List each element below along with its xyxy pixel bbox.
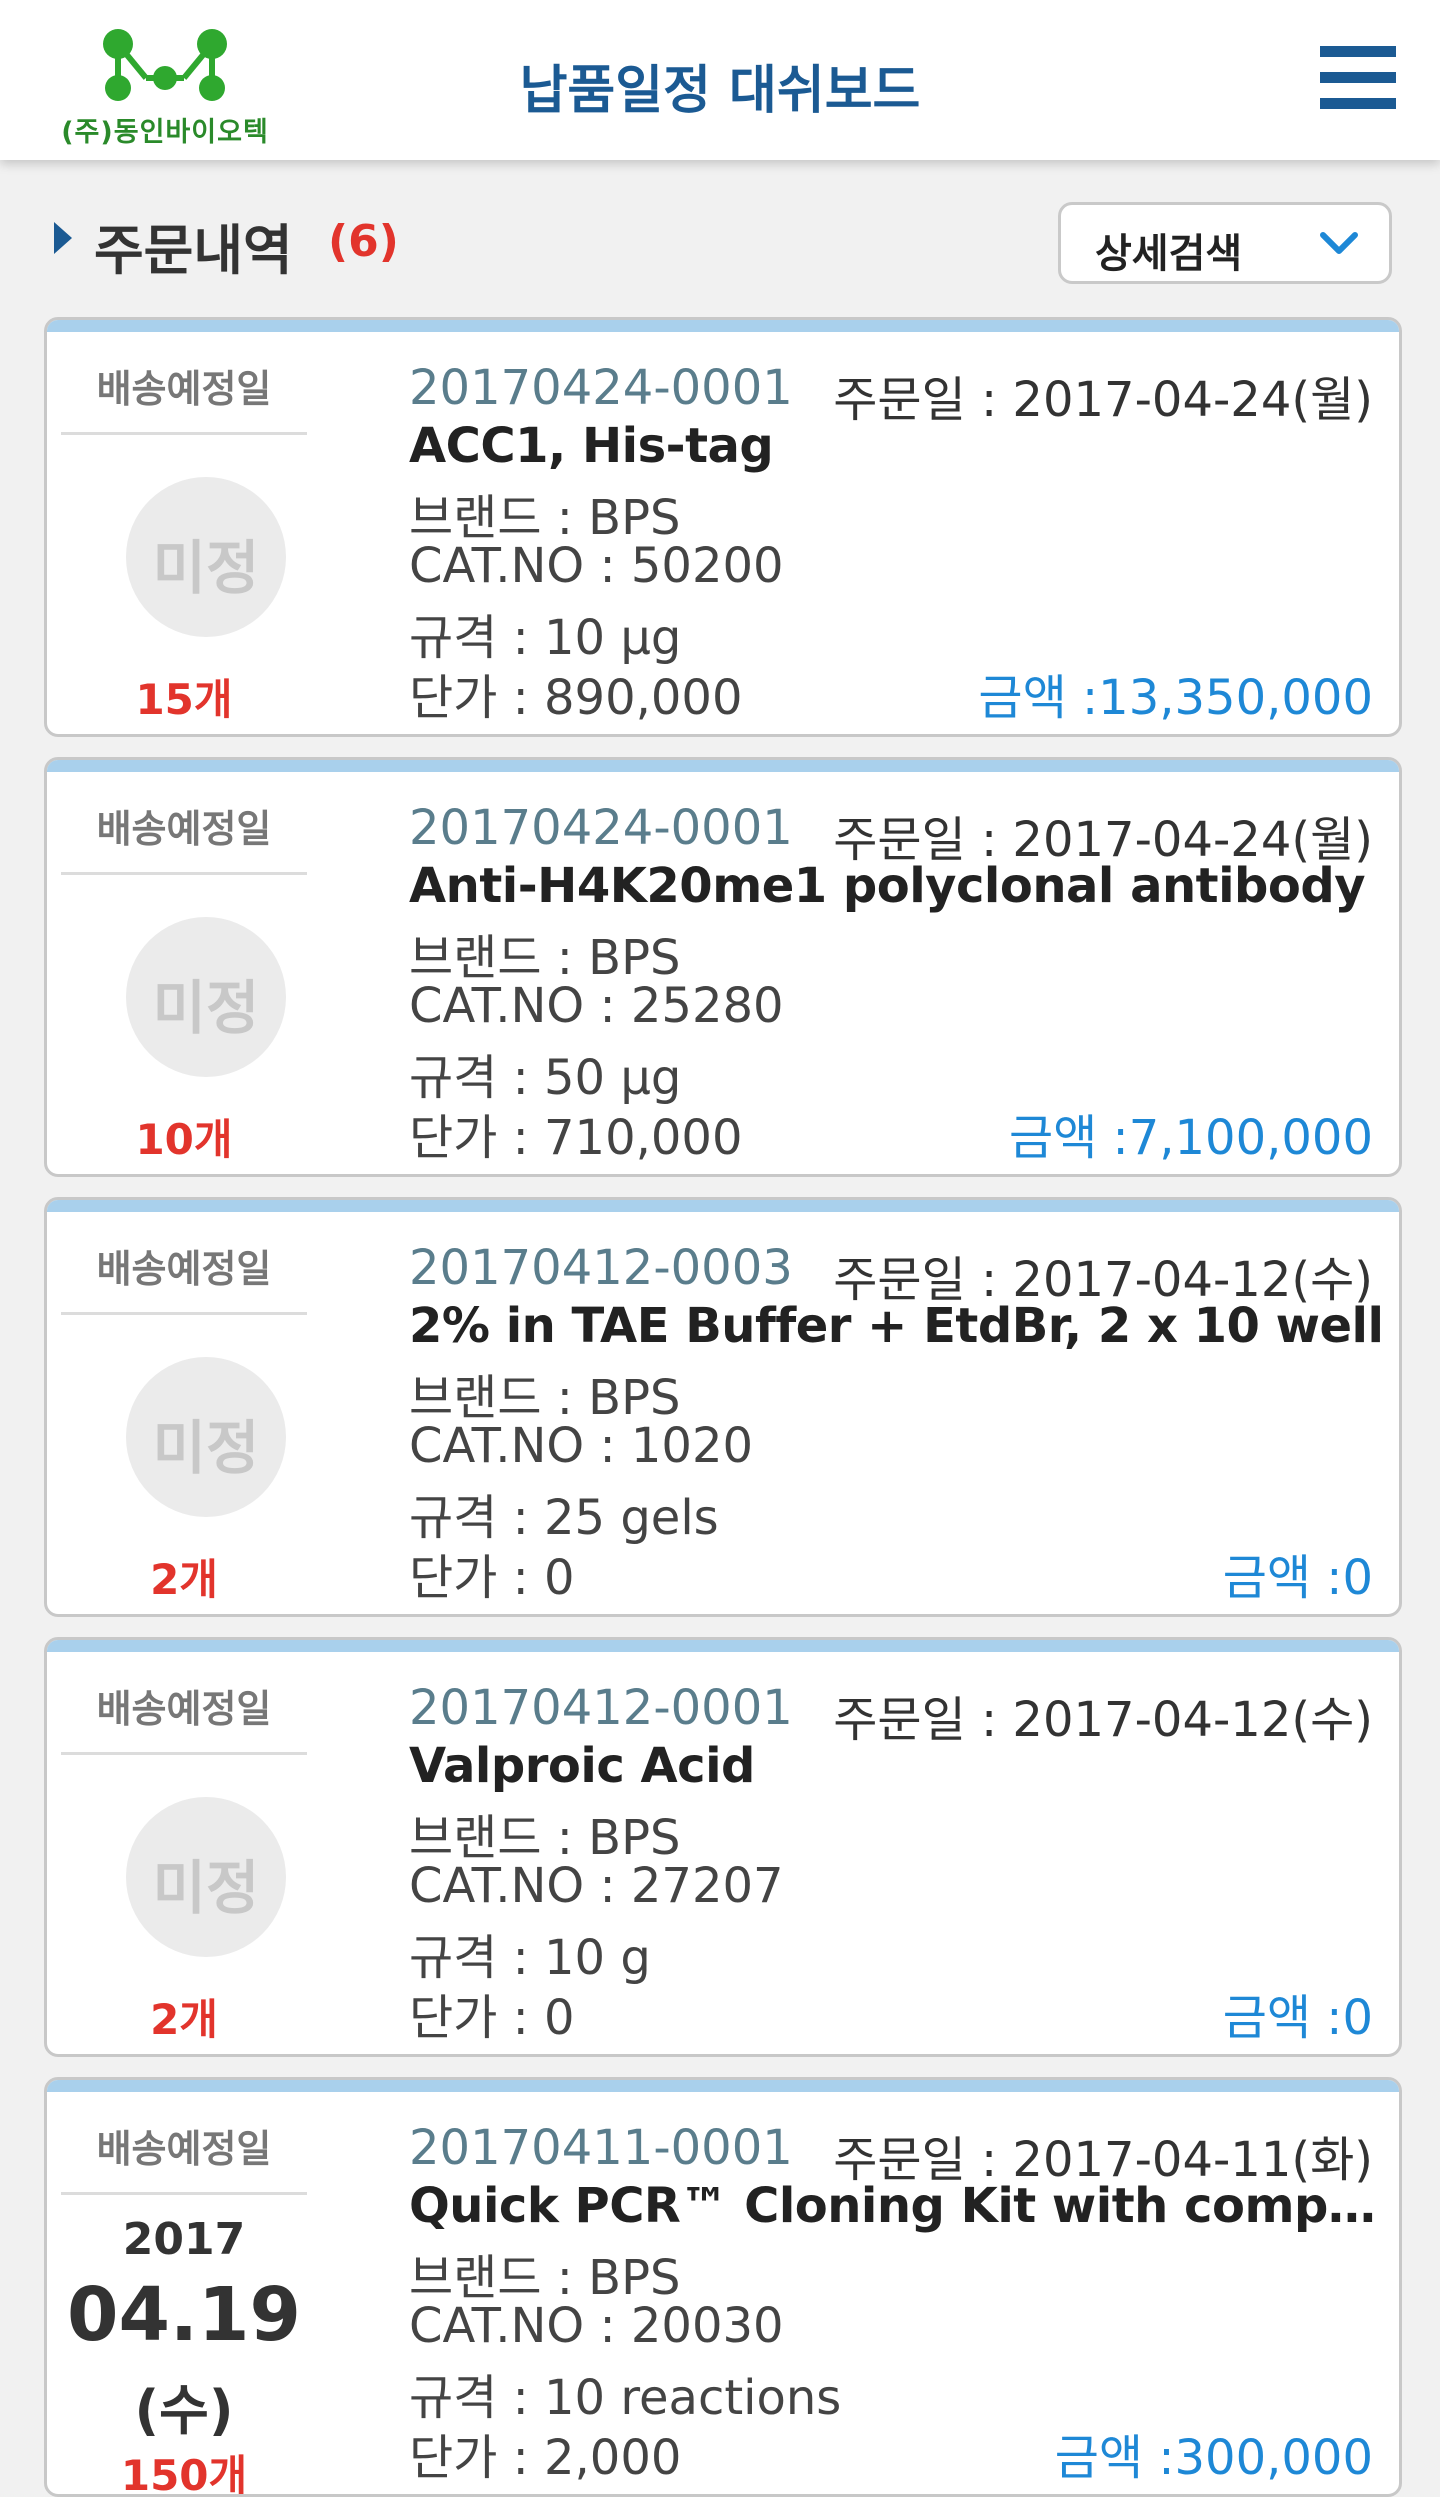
order-quantity: 10개 — [135, 1115, 233, 1164]
delivery-info: 배송예정일 미정 15개 — [61, 332, 307, 732]
catalog-number: CAT.NO : 27207 — [409, 1858, 784, 1914]
order-number: 20170424-0001 — [409, 800, 793, 856]
section-title: 주문내역 — [94, 219, 293, 282]
delivery-date-label: 배송예정일 — [96, 2127, 272, 2171]
product-name: Valproic Acid — [409, 1738, 755, 1794]
order-number: 20170424-0001 — [409, 360, 793, 416]
detail-search-button[interactable]: 상세검색 — [1058, 202, 1392, 284]
order-count: (6) — [328, 216, 399, 267]
product-name: 2% in TAE Buffer + EtdBr, 2 x 10 well — [409, 1298, 1384, 1354]
delivery-date-label: 배송예정일 — [96, 807, 272, 851]
delivery-info: 배송예정일 2017 04.19 (수) 150개 — [61, 2092, 307, 2494]
order-number: 20170412-0003 — [409, 1240, 793, 1296]
product-name: Quick PCR™ Cloning Kit with competent… — [409, 2178, 1389, 2234]
unit-price: 단가 : 710,000 — [409, 1110, 743, 1166]
hamburger-menu-icon[interactable] — [1320, 40, 1396, 116]
product-name: Anti-H4K20me1 polyclonal antibody — [409, 858, 1366, 914]
delivery-info: 배송예정일 미정 2개 — [61, 1652, 307, 2052]
delivery-year: 2017 — [122, 2214, 246, 2265]
order-card[interactable]: 배송예정일 2017 04.19 (수) 150개 20170411-0001 … — [44, 2077, 1402, 2497]
delivery-date-label: 배송예정일 — [96, 367, 272, 411]
divider — [61, 2192, 307, 2195]
order-number: 20170411-0001 — [409, 2120, 793, 2176]
delivery-date-label: 배송예정일 — [96, 1687, 272, 1731]
order-card[interactable]: 배송예정일 미정 10개 20170424-0001 주문일 : 2017-04… — [44, 757, 1402, 1177]
unit-price: 단가 : 2,000 — [409, 2430, 682, 2486]
order-list-header: 주문내역 (6) 상세검색 — [0, 160, 1440, 310]
undetermined-text: 미정 — [152, 534, 260, 602]
page-title: 납품일정 대쉬보드 — [519, 61, 921, 121]
divider — [61, 432, 307, 435]
unit-price: 단가 : 890,000 — [409, 670, 743, 726]
card-top-bar — [47, 760, 1399, 772]
card-top-bar — [47, 1200, 1399, 1212]
undetermined-badge: 미정 — [126, 917, 286, 1077]
chevron-down-icon — [1320, 232, 1358, 254]
app-header: (주)동인바이오텍 납품일정 대쉬보드 — [0, 0, 1440, 160]
unit-price: 단가 : 0 — [409, 1990, 575, 2046]
undetermined-text: 미정 — [152, 1854, 260, 1922]
total-amount: 금액 :0 — [1222, 1990, 1373, 2046]
delivery-weekday: (수) — [134, 2379, 234, 2442]
order-quantity: 2개 — [150, 1995, 218, 2044]
order-quantity: 15개 — [135, 675, 233, 724]
order-quantity: 150개 — [120, 2451, 248, 2497]
undetermined-badge: 미정 — [126, 1357, 286, 1517]
product-name: ACC1, His-tag — [409, 418, 774, 474]
order-quantity: 2개 — [150, 1555, 218, 1604]
total-amount: 금액 :7,100,000 — [1008, 1110, 1373, 1166]
delivery-month-day: 04.19 — [66, 2272, 302, 2358]
undetermined-text: 미정 — [152, 1414, 260, 1482]
card-top-bar — [47, 320, 1399, 332]
section-arrow-icon — [54, 222, 72, 254]
catalog-number: CAT.NO : 25280 — [409, 978, 784, 1034]
catalog-number: CAT.NO : 1020 — [409, 1418, 754, 1474]
divider — [61, 1312, 307, 1315]
catalog-number: CAT.NO : 50200 — [409, 538, 784, 594]
delivery-info: 배송예정일 미정 2개 — [61, 1212, 307, 1612]
undetermined-text: 미정 — [152, 974, 260, 1042]
card-top-bar — [47, 1640, 1399, 1652]
order-card[interactable]: 배송예정일 미정 2개 20170412-0003 주문일 : 2017-04-… — [44, 1197, 1402, 1617]
delivery-date-label: 배송예정일 — [96, 1247, 272, 1291]
catalog-number: CAT.NO : 20030 — [409, 2298, 784, 2354]
unit-price: 단가 : 0 — [409, 1550, 575, 1606]
delivery-info: 배송예정일 미정 10개 — [61, 772, 307, 1172]
card-top-bar — [47, 2080, 1399, 2092]
divider — [61, 1752, 307, 1755]
total-amount: 금액 :13,350,000 — [978, 670, 1373, 726]
order-card[interactable]: 배송예정일 미정 15개 20170424-0001 주문일 : 2017-04… — [44, 317, 1402, 737]
order-number: 20170412-0001 — [409, 1680, 793, 1736]
total-amount: 금액 :300,000 — [1054, 2430, 1373, 2486]
total-amount: 금액 :0 — [1222, 1550, 1373, 1606]
divider — [61, 872, 307, 875]
detail-search-label: 상세검색 — [1095, 231, 1243, 277]
undetermined-badge: 미정 — [126, 477, 286, 637]
undetermined-badge: 미정 — [126, 1797, 286, 1957]
order-card[interactable]: 배송예정일 미정 2개 20170412-0001 주문일 : 2017-04-… — [44, 1637, 1402, 2057]
